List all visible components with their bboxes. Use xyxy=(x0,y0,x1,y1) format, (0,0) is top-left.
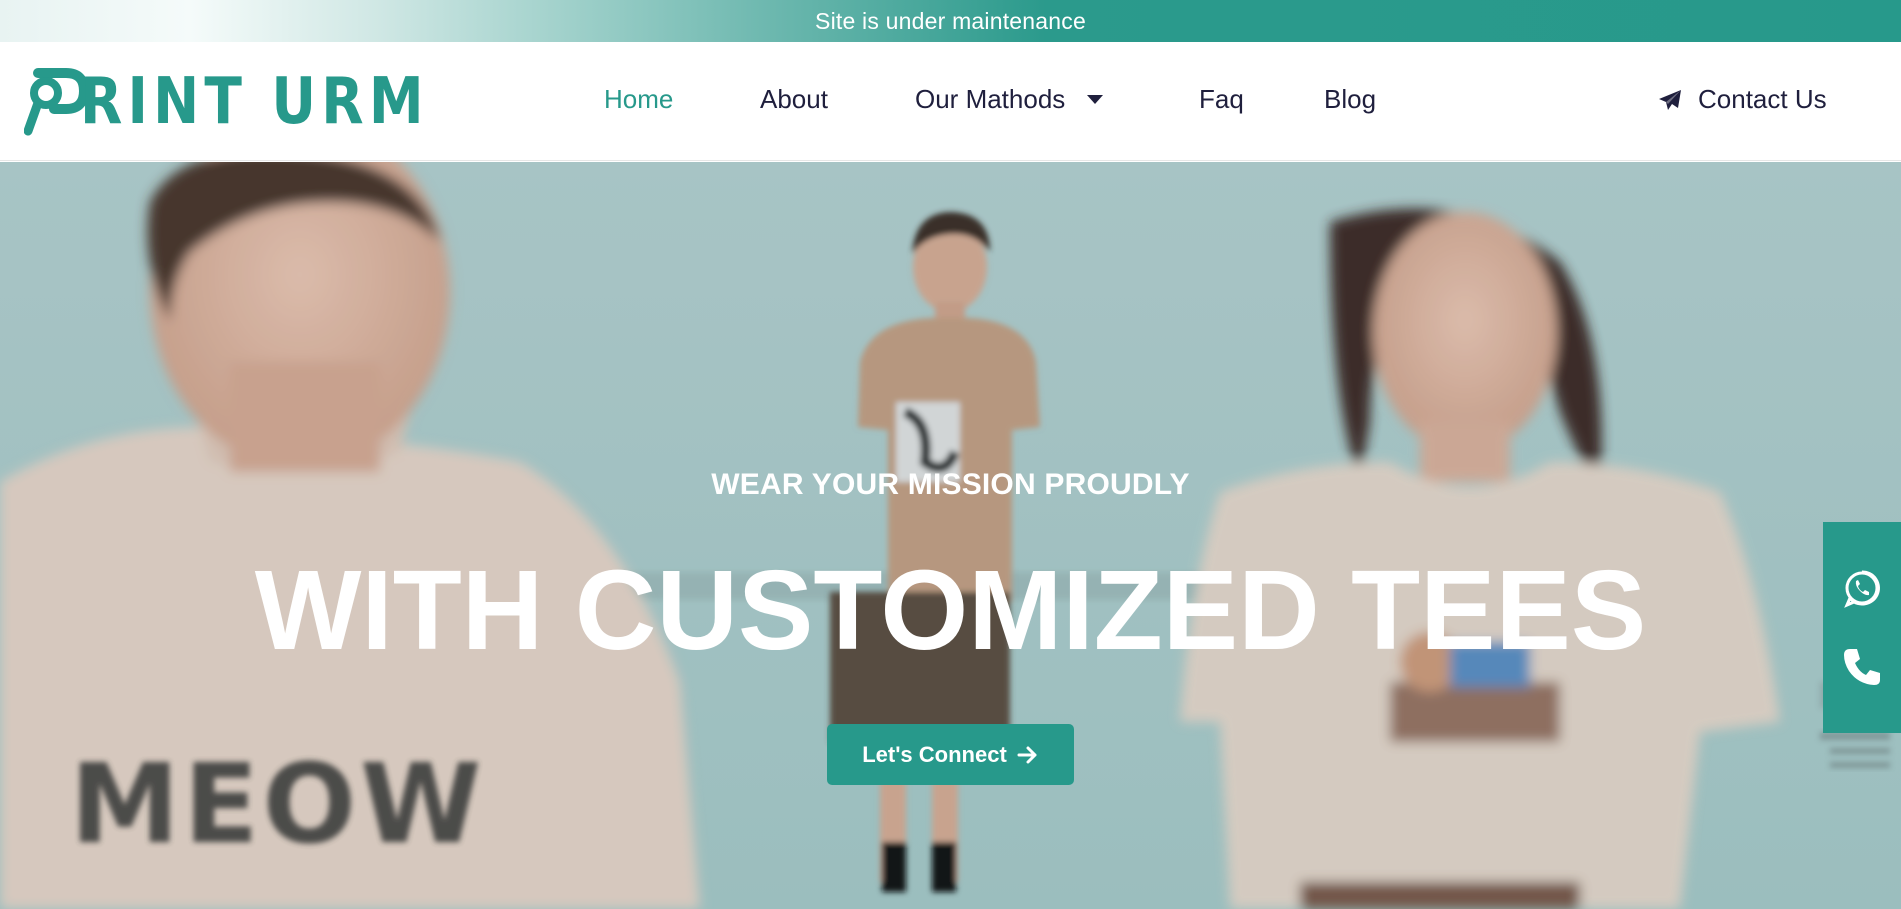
hero-subtitle: WEAR YOUR MISSION PROUDLY xyxy=(711,468,1190,501)
nav-our-methods[interactable]: Our Mathods xyxy=(915,84,1104,115)
whatsapp-icon[interactable] xyxy=(1842,568,1882,608)
floating-contact-widget xyxy=(1823,522,1901,733)
hero-title: WITH CUSTOMIZED TEES xyxy=(254,547,1647,673)
lets-connect-label: Let's Connect xyxy=(862,741,1007,767)
lets-connect-button[interactable]: Let's Connect xyxy=(827,724,1074,785)
announcement-text: Site is under maintenance xyxy=(815,7,1086,34)
hero-section: MEOW WEAR YOUR MISSION PROUDLY WITH CUST… xyxy=(0,162,1901,909)
announcement-bar: Site is under maintenance xyxy=(0,0,1901,42)
logo-mark-icon xyxy=(24,68,88,136)
nav-home[interactable]: Home xyxy=(604,84,673,115)
caret-down-icon xyxy=(1087,94,1104,104)
nav-faq[interactable]: Faq xyxy=(1199,84,1244,115)
phone-icon[interactable] xyxy=(1841,646,1883,688)
hero-overlay xyxy=(0,162,1901,909)
paper-plane-icon xyxy=(1659,89,1681,110)
nav-about[interactable]: About xyxy=(760,84,828,115)
nav-blog[interactable]: Blog xyxy=(1324,84,1376,115)
nav-our-methods-label: Our Mathods xyxy=(915,84,1066,114)
site-header: RINT URM Home About Our Mathods Faq Blog… xyxy=(0,42,1901,161)
site-logo[interactable]: RINT URM xyxy=(24,62,486,142)
arrow-right-icon xyxy=(1017,746,1037,763)
contact-us-label: Contact Us xyxy=(1698,84,1827,114)
contact-us-link[interactable]: Contact Us xyxy=(1658,84,1827,115)
logo-text: RINT URM xyxy=(80,65,429,139)
